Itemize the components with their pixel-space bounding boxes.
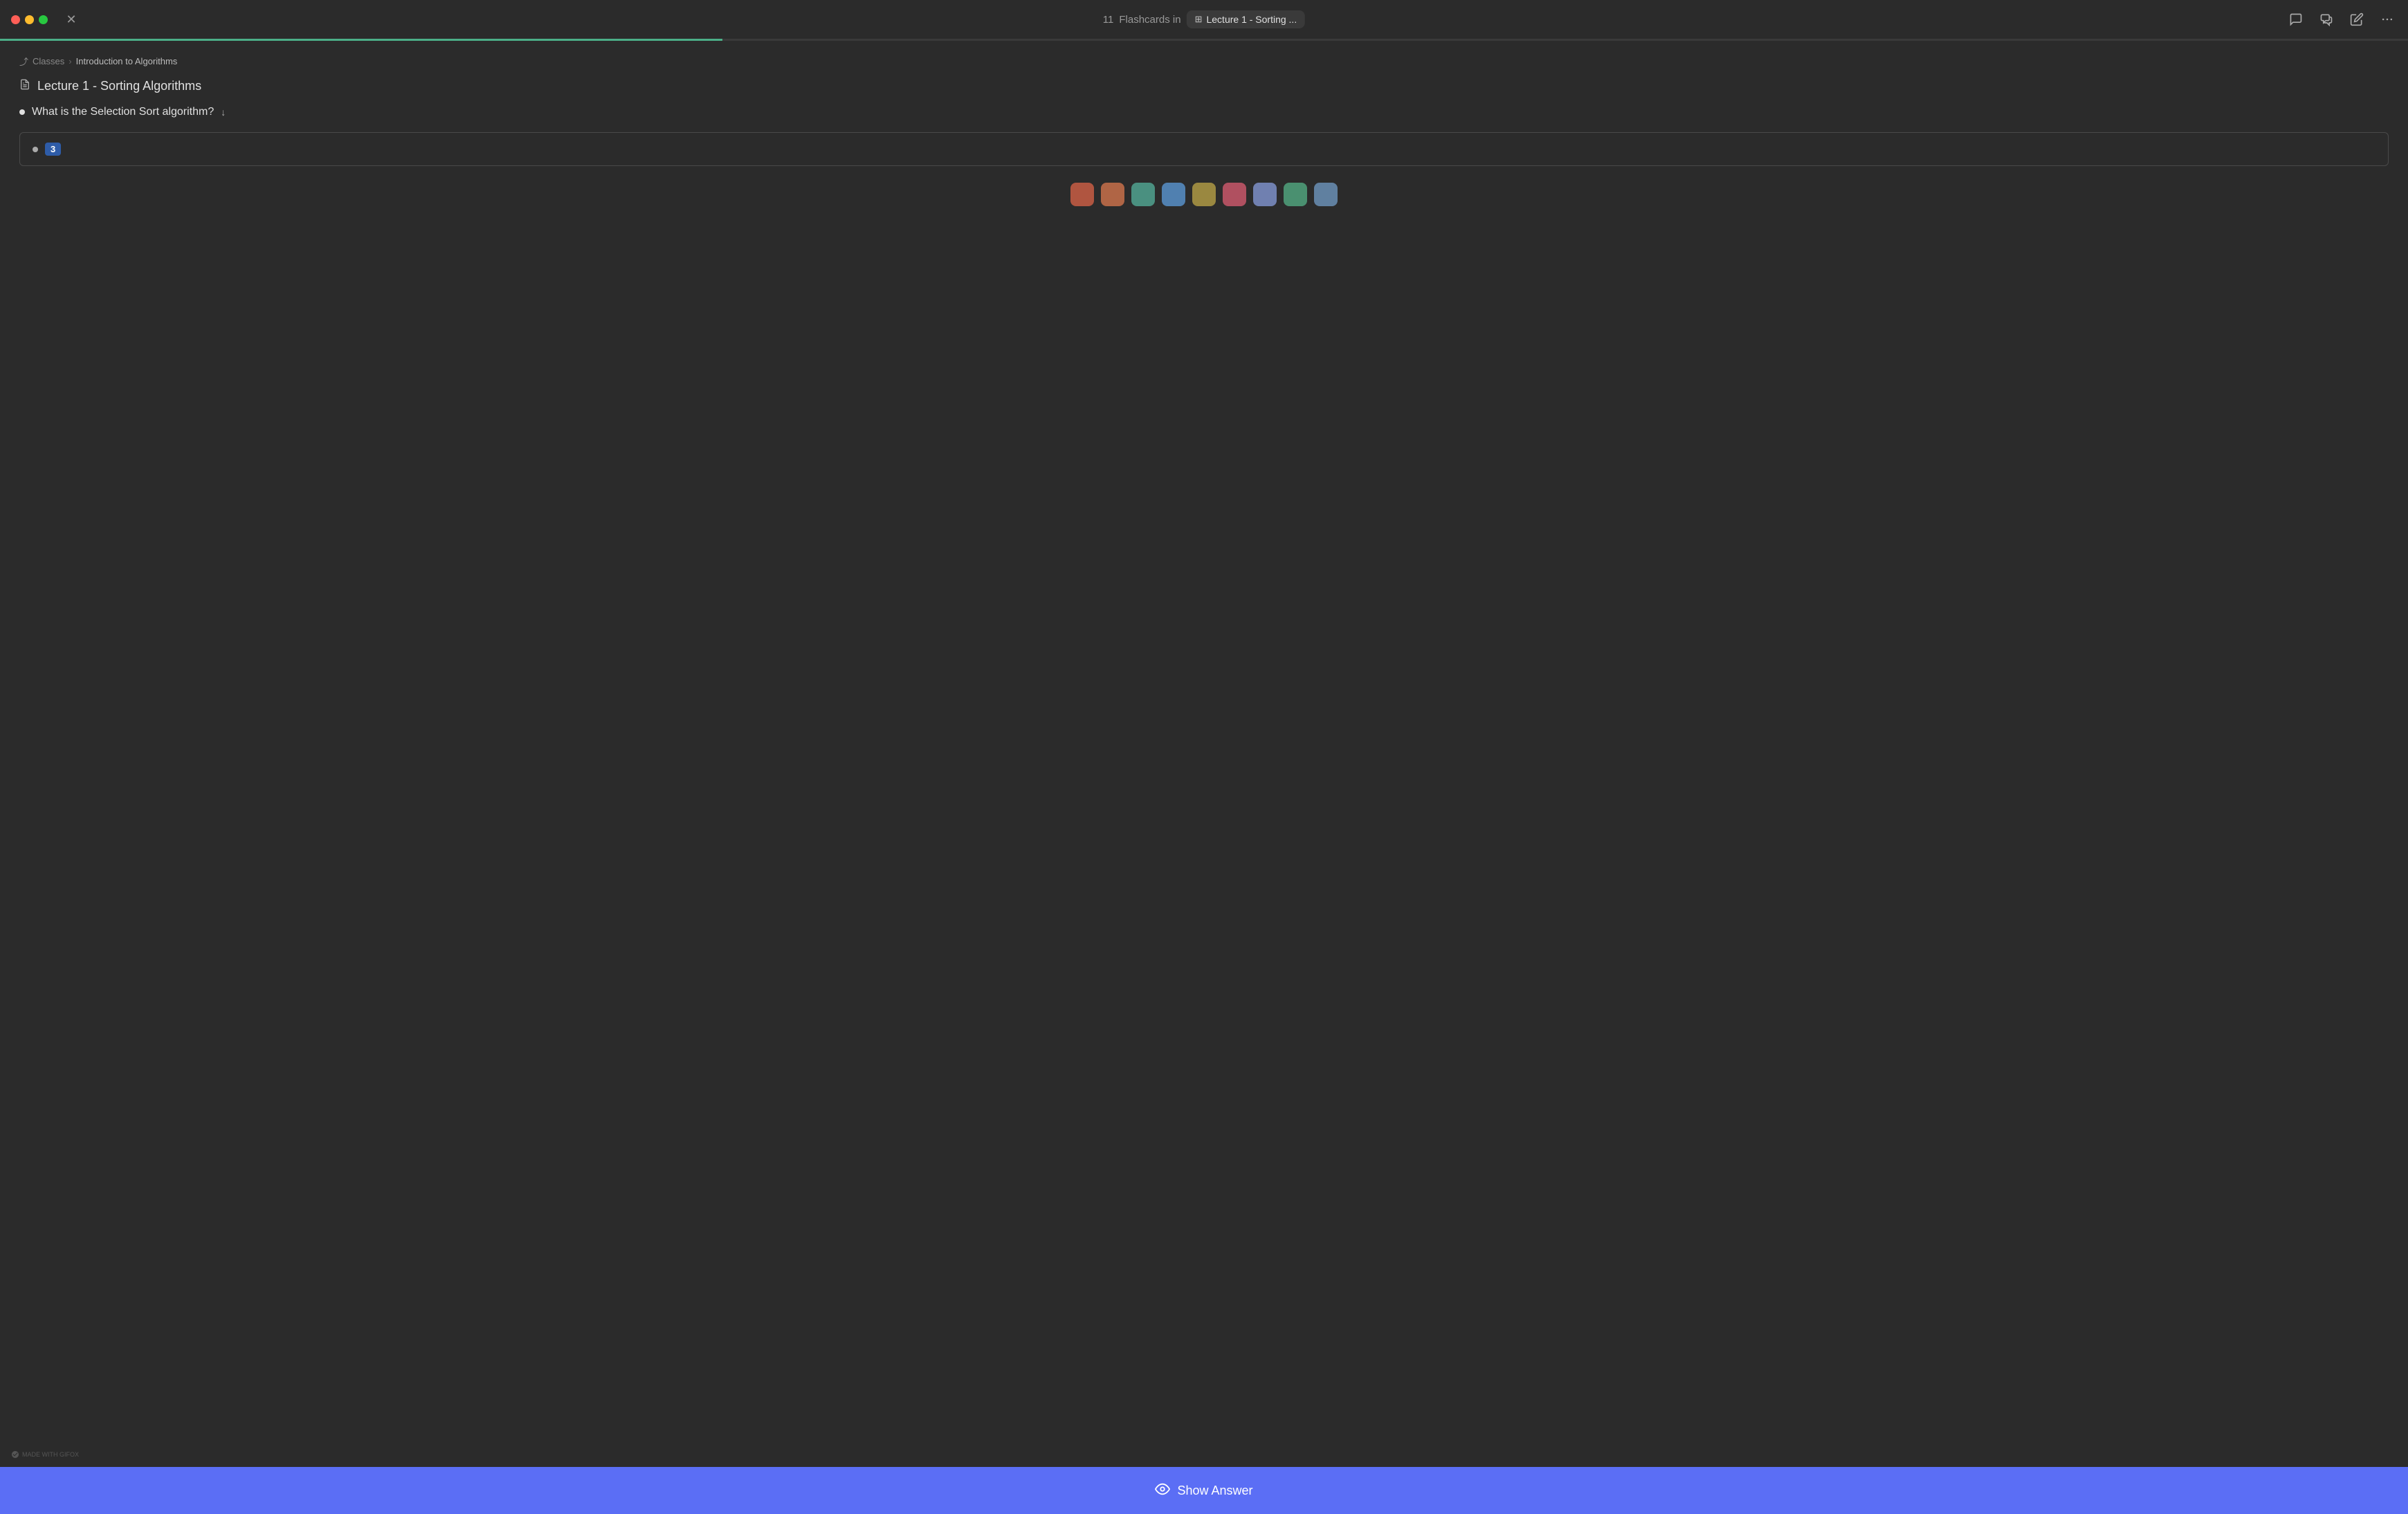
color-swatch-8[interactable] (1284, 183, 1307, 206)
show-answer-button[interactable]: Show Answer (0, 1467, 2408, 1514)
traffic-light-minimize[interactable] (25, 15, 34, 24)
main-content: ⤴ Classes › Introduction to Algorithms L… (0, 41, 2408, 1514)
source-icon: ⊞ (1195, 14, 1203, 25)
document-title-row: Lecture 1 - Sorting Algorithms (19, 79, 2389, 93)
titlebar: ✕ 11 Flashcards in ⊞ Lecture 1 - Sorting… (0, 0, 2408, 39)
eye-icon (1155, 1481, 1170, 1500)
source-label: Lecture 1 - Sorting ... (1206, 14, 1297, 25)
breadcrumb-separator: › (69, 56, 71, 66)
color-swatch-1[interactable] (1070, 183, 1094, 206)
color-picker (19, 183, 2389, 206)
edit-icon[interactable] (2347, 10, 2366, 29)
source-pill[interactable]: ⊞ Lecture 1 - Sorting ... (1187, 10, 1306, 28)
titlebar-center: 11 Flashcards in ⊞ Lecture 1 - Sorting .… (1103, 10, 1305, 28)
flashcards-in-label: Flashcards in (1119, 14, 1180, 26)
titlebar-left: ✕ (11, 10, 81, 29)
color-swatch-2[interactable] (1101, 183, 1124, 206)
color-swatch-3[interactable] (1131, 183, 1155, 206)
chat2-icon[interactable] (2317, 10, 2336, 29)
breadcrumb-current: Introduction to Algorithms (76, 56, 178, 66)
traffic-light-maximize[interactable] (39, 15, 48, 24)
collapse-arrow-icon[interactable]: ↓ (221, 107, 226, 118)
question-text: What is the Selection Sort algorithm? (32, 106, 214, 118)
color-swatch-7[interactable] (1253, 183, 1277, 206)
flashcard-count: 11 (1103, 14, 1114, 26)
content-spacer (19, 223, 2389, 1500)
answer-bullet (33, 147, 38, 152)
traffic-lights (11, 15, 48, 24)
close-button[interactable]: ✕ (62, 10, 81, 29)
color-swatch-5[interactable] (1192, 183, 1216, 206)
document-title: Lecture 1 - Sorting Algorithms (37, 79, 201, 93)
breadcrumb-icon: ⤴ (19, 55, 28, 68)
breadcrumb-classes[interactable]: Classes (33, 56, 64, 66)
chat1-icon[interactable] (2286, 10, 2306, 29)
color-swatch-4[interactable] (1162, 183, 1185, 206)
show-answer-label: Show Answer (1177, 1484, 1252, 1498)
document-icon (19, 79, 30, 93)
watermark: MADE WITH GIFOX (11, 1450, 79, 1459)
color-swatch-9[interactable] (1314, 183, 1338, 206)
question-bullet (19, 109, 25, 115)
breadcrumb: ⤴ Classes › Introduction to Algorithms (19, 55, 2389, 68)
traffic-light-close[interactable] (11, 15, 20, 24)
question-row: What is the Selection Sort algorithm? ↓ (19, 106, 2389, 118)
answer-number: 3 (45, 143, 61, 156)
more-icon[interactable] (2378, 10, 2397, 29)
color-swatch-6[interactable] (1223, 183, 1246, 206)
titlebar-right (2286, 10, 2397, 29)
watermark-text: MADE WITH GIFOX (22, 1451, 79, 1458)
answer-box[interactable]: 3 (19, 132, 2389, 166)
